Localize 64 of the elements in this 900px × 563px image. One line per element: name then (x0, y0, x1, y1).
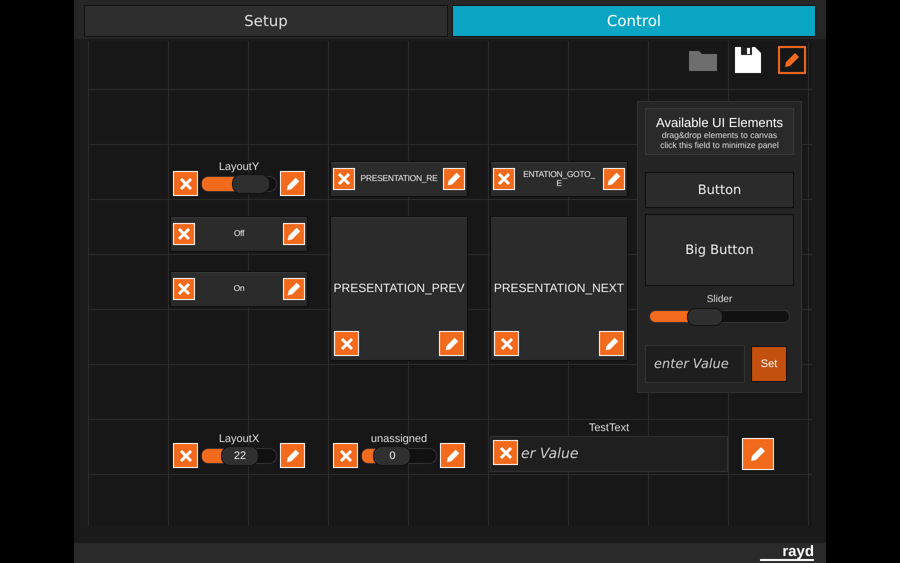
canvas-button[interactable]: PRESENTATION_RE (330, 161, 468, 197)
pencil-icon (286, 281, 302, 297)
slider-thumb[interactable]: 22 (221, 446, 259, 466)
pencil-icon (446, 171, 462, 187)
close-icon (340, 336, 354, 350)
close-icon (177, 227, 191, 241)
canvas-button[interactable]: PRESENTATION_PREV (330, 216, 468, 361)
delete-button[interactable] (493, 440, 518, 465)
slider-track[interactable]: 22 (201, 448, 277, 464)
folder-icon[interactable] (688, 48, 718, 72)
canvas-button[interactable]: ENTATION_GOTO_ E (490, 161, 628, 197)
pencil-icon (444, 336, 460, 352)
slider-track[interactable] (201, 176, 277, 192)
close-icon (177, 282, 191, 296)
delete-button[interactable] (334, 331, 359, 356)
delete-button[interactable] (173, 443, 198, 468)
canvas-button[interactable]: Off (170, 216, 308, 252)
slider-label: LayoutX (218, 433, 260, 445)
delete-button[interactable] (173, 223, 195, 245)
slider-track[interactable] (649, 310, 790, 323)
set-button[interactable]: Set (751, 346, 787, 382)
panel-hint: click this field to minimize panel (660, 140, 779, 150)
delete-button[interactable] (173, 171, 198, 196)
delete-button[interactable] (493, 168, 515, 190)
text-field[interactable]: er Value (490, 436, 728, 472)
close-icon (178, 176, 192, 190)
slider-thumb[interactable] (686, 308, 723, 326)
slider-label: LayoutY (218, 161, 260, 173)
pencil-icon (444, 448, 460, 464)
close-icon (178, 448, 192, 462)
close-icon (498, 446, 512, 460)
delete-button[interactable] (333, 443, 358, 468)
slider-label: unassigned (370, 433, 428, 445)
delete-button[interactable] (173, 278, 195, 300)
delete-button[interactable] (494, 331, 519, 356)
big-button-element[interactable]: Big Button (645, 214, 794, 286)
slider-thumb[interactable]: 0 (373, 446, 412, 466)
close-icon (497, 172, 511, 186)
value-field[interactable]: enter Value (645, 345, 745, 383)
close-icon (337, 172, 351, 186)
delete-button[interactable] (333, 168, 355, 190)
pencil-icon (284, 176, 300, 192)
logo: rayd (760, 545, 814, 561)
pencil-icon (286, 226, 302, 242)
pencil-icon (783, 51, 801, 69)
canvas-button[interactable]: On (170, 271, 308, 307)
tab[interactable]: Setup (84, 5, 448, 37)
canvas-button[interactable]: PRESENTATION_NEXT (490, 216, 628, 361)
field-label: TestText (588, 422, 630, 434)
slider-track[interactable]: 0 (361, 448, 437, 464)
pencil-icon (284, 448, 300, 464)
panel-header[interactable]: Available UI Elements drag&drop elements to canvas click this field to minimize panel (645, 108, 794, 155)
button-element[interactable]: Button (645, 172, 794, 208)
close-icon (338, 448, 352, 462)
pencil-icon (749, 445, 767, 463)
save-icon[interactable] (734, 46, 762, 74)
slider-thumb[interactable] (232, 174, 270, 194)
pencil-icon (606, 171, 622, 187)
close-icon (500, 336, 514, 350)
panel-title: Available UI Elements (656, 115, 783, 130)
edit-button[interactable] (778, 46, 806, 74)
pencil-icon (604, 336, 620, 352)
slider-label: Slider (706, 294, 734, 305)
panel-subtitle: drag&drop elements to canvas (662, 130, 778, 140)
